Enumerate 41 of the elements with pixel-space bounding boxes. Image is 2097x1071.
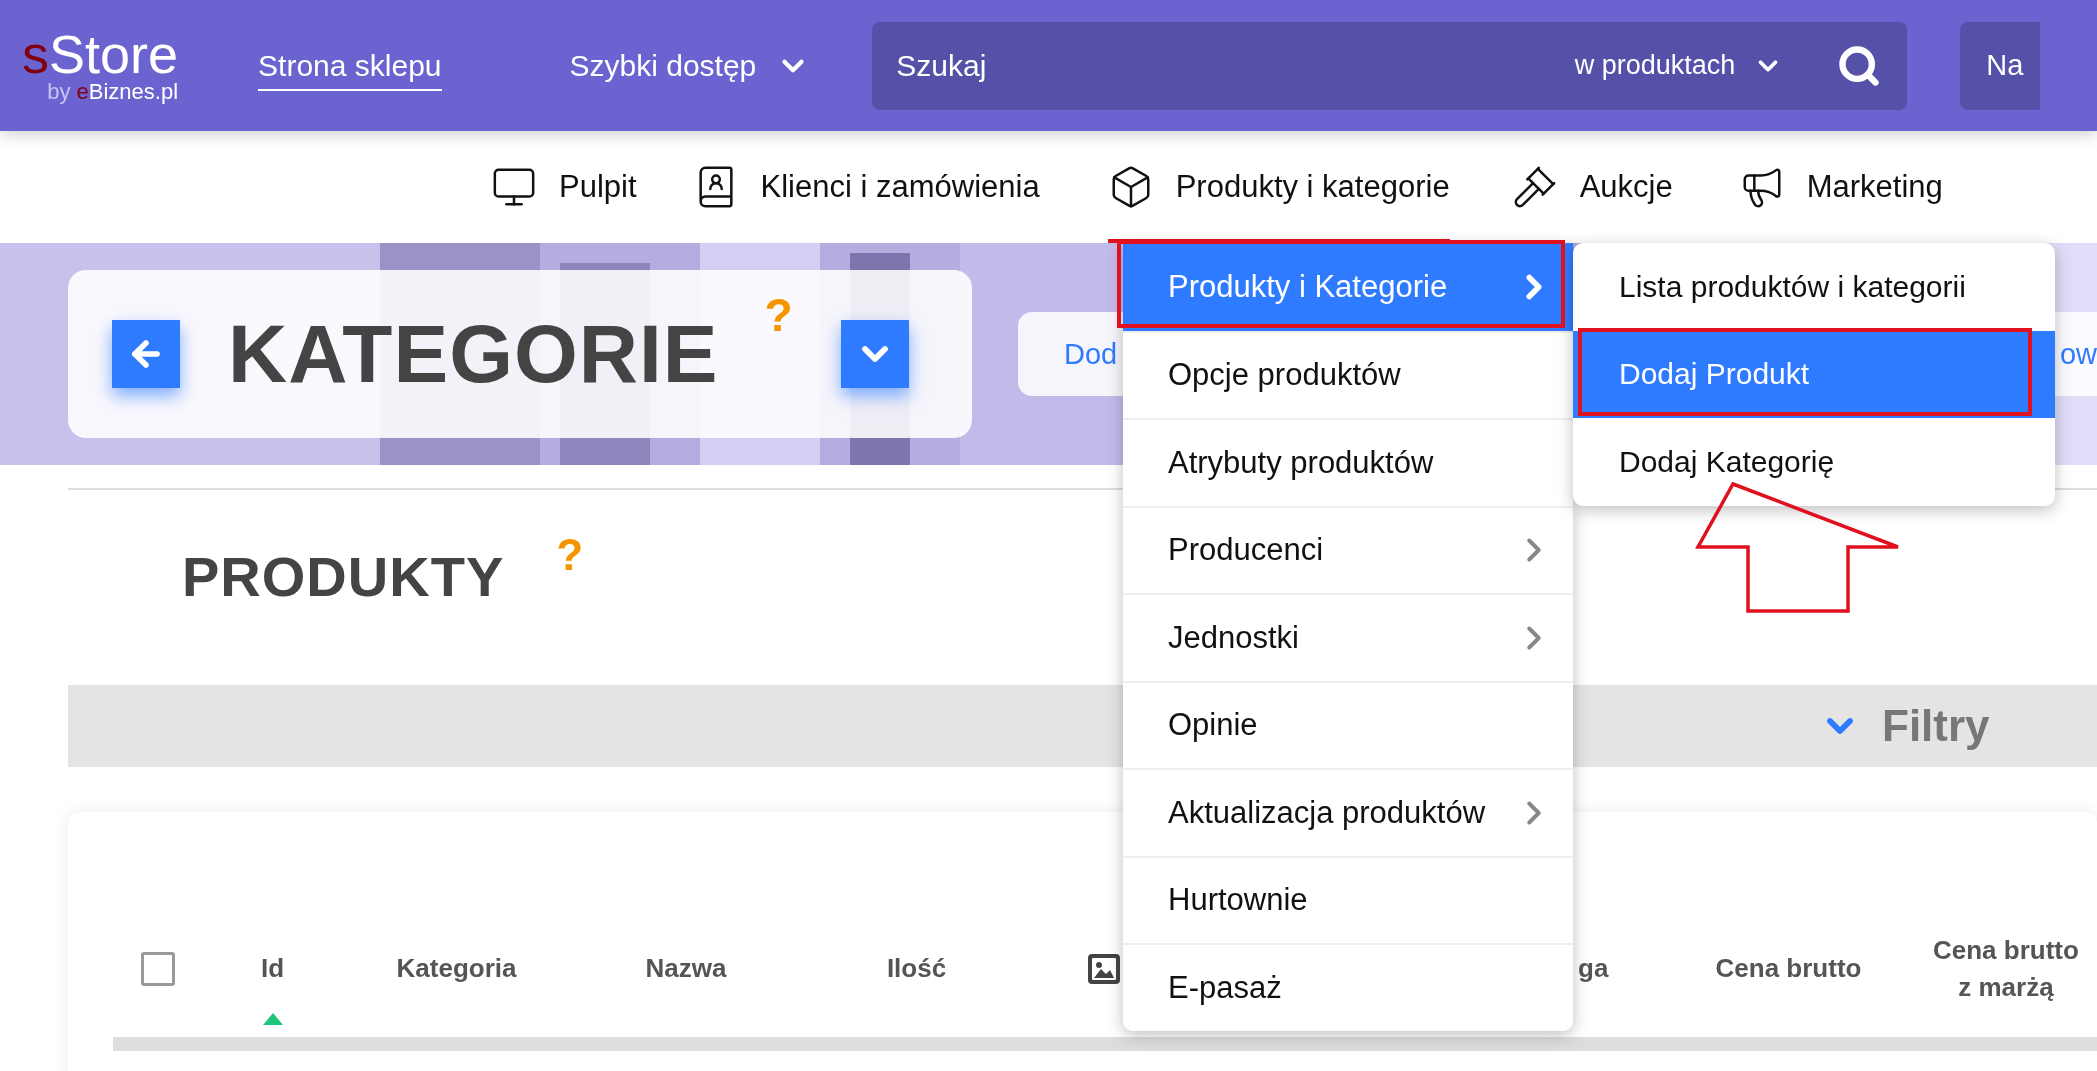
shop-link[interactable]: Strona sklepu	[258, 48, 442, 91]
menu-item[interactable]: Hurtownie	[1123, 855, 1573, 943]
menu-item[interactable]: E-pasaż	[1123, 943, 1573, 1031]
section-title: PRODUKTY	[182, 544, 505, 609]
nav-tab[interactable]: Pulpit	[491, 131, 637, 243]
page-title: KATEGORIE	[228, 307, 719, 401]
logo[interactable]: sStore	[22, 26, 179, 81]
search-button[interactable]	[1837, 43, 1882, 88]
header-button[interactable]: Na	[1960, 21, 2041, 110]
submenu-item[interactable]: Lista produktów i kategorii	[1573, 243, 2055, 331]
search-icon	[1837, 43, 1882, 88]
menu-item[interactable]: Producenci	[1123, 505, 1573, 593]
image-icon	[1088, 953, 1120, 984]
menu-item[interactable]: Atrybuty produktów	[1123, 418, 1573, 506]
column-header[interactable]: Kategoria	[342, 900, 571, 1037]
tab-link[interactable]: ow	[2059, 337, 2097, 371]
sort-arrow-icon	[262, 1013, 283, 1025]
column-header[interactable]: Cena brutto	[1673, 900, 1904, 1037]
nav-tab[interactable]: Marketing	[1738, 131, 1943, 243]
submenu-item[interactable]: Dodaj Kategorię	[1573, 418, 2055, 506]
nav-tab[interactable]: Aukcje	[1511, 131, 1673, 243]
menu-item[interactable]: Jednostki	[1123, 593, 1573, 681]
column-header[interactable]: Id	[203, 900, 342, 1037]
filters-toggle[interactable]: Filtry	[1820, 701, 1990, 751]
search-scope-dropdown[interactable]: w produktach	[1574, 50, 1784, 81]
select-all-checkbox[interactable]	[141, 951, 175, 986]
logo-tagline: by eBiznes.pl	[47, 78, 179, 105]
menu-item[interactable]: Aktualizacja produktów	[1123, 768, 1573, 856]
column-header[interactable]: Ilość	[801, 900, 1032, 1037]
nav-tab[interactable]: Klienci i zamówienia	[692, 131, 1040, 243]
back-button[interactable]	[112, 320, 180, 388]
submenu-item[interactable]: Dodaj Produkt	[1573, 330, 2055, 418]
menu-item[interactable]: Produkty i Kategorie	[1123, 243, 1573, 331]
tab-link[interactable]: Dod	[1064, 337, 1118, 371]
menu-item[interactable]: Opcje produktów	[1123, 330, 1573, 418]
column-header[interactable]: Nazwa	[571, 900, 801, 1037]
menu-item[interactable]: Opinie	[1123, 680, 1573, 768]
dropdown-button[interactable]	[840, 320, 909, 388]
search-field[interactable]: Szukaj w produktach	[872, 21, 1908, 110]
column-header[interactable]: Cena brutto z marżą	[1904, 900, 2097, 1037]
quick-access-button[interactable]: Szybki dostęp	[569, 48, 811, 83]
